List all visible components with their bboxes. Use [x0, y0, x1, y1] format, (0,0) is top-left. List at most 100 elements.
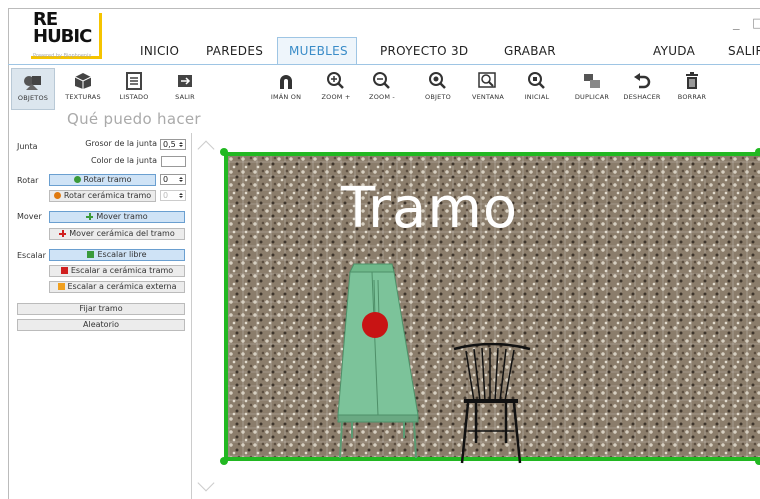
rotate-ceramic-icon — [53, 192, 61, 199]
rotar-tramo-label: Rotar tramo — [83, 175, 132, 184]
corner-handle-top-right[interactable] — [755, 148, 760, 156]
escalar-libre-button[interactable]: Escalar libre — [49, 249, 185, 261]
rotar-tramo-stepper[interactable]: 0 — [160, 174, 186, 185]
tool-listado-label: LISTADO — [119, 93, 149, 101]
tool-borrar[interactable]: BORRAR — [670, 68, 714, 110]
logo-line-2: HUBIC — [33, 26, 92, 47]
escalar-ceramica-label: Escalar a cerámica tramo — [70, 266, 174, 275]
corner-handle-top-left[interactable] — [220, 148, 228, 156]
rotar-ceramica-stepper[interactable]: 0 — [160, 190, 186, 201]
tool-salir-label: SALIR — [175, 93, 195, 101]
move-icon — [86, 213, 94, 220]
rotar-ceramica-button[interactable]: Rotar cerámica tramo — [49, 190, 156, 202]
zoom-initial-icon — [528, 72, 545, 89]
logo: RE HUBIC Powered by Biophoenix — [31, 11, 102, 59]
menu-grabar[interactable]: GRABAR — [504, 44, 556, 58]
duplicate-icon — [584, 74, 600, 88]
scale-external-icon — [57, 283, 65, 290]
menu-inicio[interactable]: INICIO — [140, 44, 179, 58]
tool-zoom-in-label: ZOOM + — [321, 93, 351, 101]
mover-ceramica-button[interactable]: Mover cerámica del tramo — [49, 228, 185, 240]
scroll-up-icon[interactable] — [197, 140, 215, 158]
menu-proyecto-3d[interactable]: PROYECTO 3D — [380, 44, 468, 58]
zoom-window-icon — [478, 72, 496, 88]
aleatorio-button[interactable]: Aleatorio — [17, 319, 185, 331]
minimize-button[interactable]: _ — [733, 16, 740, 31]
tool-zoom-out-label: ZOOM - — [369, 93, 395, 101]
exit-icon — [178, 75, 192, 87]
corner-handle-bottom-left[interactable] — [220, 457, 228, 465]
move-ceramic-icon — [59, 230, 67, 237]
scale-ceramic-icon — [60, 267, 68, 274]
tool-deshacer[interactable]: DESHACER — [620, 68, 664, 110]
vertical-scrollbar[interactable] — [192, 137, 220, 499]
cabinet[interactable] — [332, 260, 424, 460]
tool-zoom-in[interactable]: ZOOM + — [314, 68, 358, 110]
rotar-ceramica-label: Rotar cerámica tramo — [63, 191, 152, 200]
logo-subtitle: Powered by Biophoenix — [33, 53, 92, 59]
tool-zoom-objeto[interactable]: OBJETO — [416, 68, 460, 110]
cabinet-knob — [362, 312, 388, 338]
tool-zoom-inicial[interactable]: INICIAL — [515, 68, 559, 110]
grosor-stepper[interactable]: 0,5 — [160, 139, 186, 150]
corner-handle-bottom-right[interactable] — [755, 457, 760, 465]
tool-iman-label: IMÁN ON — [270, 93, 302, 101]
trash-icon — [686, 72, 698, 89]
chair[interactable] — [452, 343, 536, 465]
tool-duplicar[interactable]: DUPLICAR — [570, 68, 614, 110]
fijar-tramo-button[interactable]: Fijar tramo — [17, 303, 185, 315]
tool-texturas-label: TEXTURAS — [65, 93, 101, 101]
tool-salir[interactable]: SALIR — [163, 68, 207, 110]
menu-underline — [8, 64, 760, 65]
color-label: Color de la junta — [90, 156, 157, 165]
objects-icon — [24, 76, 41, 90]
app-window: RE HUBIC Powered by Biophoenix _ □ INICIO… — [0, 0, 760, 499]
grosor-label: Grosor de la junta — [85, 139, 157, 148]
tool-duplicar-label: DUPLICAR — [574, 93, 610, 101]
color-swatch[interactable] — [161, 156, 186, 167]
menu-salir[interactable]: SALIR — [728, 44, 760, 58]
cube-icon — [74, 73, 92, 89]
escalar-externa-label: Escalar a cerámica externa — [67, 282, 177, 291]
rotar-label: Rotar — [17, 176, 39, 185]
maximize-button[interactable]: □ — [752, 16, 760, 31]
tool-listado[interactable]: LISTADO — [112, 68, 156, 110]
rotar-tramo-button[interactable]: Rotar tramo — [49, 174, 156, 186]
zoom-object-icon — [429, 72, 446, 89]
magnet-icon — [280, 75, 292, 89]
scroll-down-icon[interactable] — [197, 474, 215, 492]
tool-borrar-label: BORRAR — [677, 93, 707, 101]
tool-zoom-out[interactable]: ZOOM - — [360, 68, 404, 110]
wall-canvas[interactable]: Tramo — [224, 152, 760, 464]
help-link[interactable]: Qué puedo hacer — [67, 110, 201, 128]
tool-objetos[interactable]: OBJETOS — [11, 68, 55, 110]
mover-tramo-label: Mover tramo — [96, 212, 148, 221]
escalar-ceramica-button[interactable]: Escalar a cerámica tramo — [49, 265, 185, 277]
tool-zoom-ventana-label: VENTANA — [471, 93, 505, 101]
mover-ceramica-label: Mover cerámica del tramo — [69, 229, 175, 238]
rotate-icon — [73, 176, 81, 183]
undo-icon — [634, 73, 651, 89]
list-icon — [126, 72, 142, 90]
menu-muebles[interactable]: MUEBLES — [289, 44, 348, 58]
tool-zoom-objeto-label: OBJETO — [425, 93, 451, 101]
mover-label: Mover — [17, 212, 42, 221]
tool-deshacer-label: DESHACER — [623, 93, 661, 101]
escalar-label: Escalar — [17, 251, 46, 260]
panel-frame — [8, 133, 192, 499]
zoom-out-icon — [373, 72, 390, 89]
menu-ayuda[interactable]: AYUDA — [653, 44, 695, 58]
escalar-externa-button[interactable]: Escalar a cerámica externa — [49, 281, 185, 293]
tool-texturas[interactable]: TEXTURAS — [61, 68, 105, 110]
scale-icon — [87, 251, 95, 258]
tool-iman[interactable]: IMÁN ON — [264, 68, 308, 110]
tramo-label: Tramo — [341, 176, 519, 241]
menu-paredes[interactable]: PAREDES — [206, 44, 263, 58]
junta-label: Junta — [17, 142, 38, 151]
escalar-libre-label: Escalar libre — [97, 250, 147, 259]
mover-tramo-button[interactable]: Mover tramo — [49, 211, 185, 223]
tool-zoom-inicial-label: INICIAL — [524, 93, 550, 101]
tool-objetos-label: OBJETOS — [17, 94, 49, 102]
logo-text: RE HUBIC — [33, 11, 92, 47]
tool-zoom-ventana[interactable]: VENTANA — [466, 68, 510, 110]
